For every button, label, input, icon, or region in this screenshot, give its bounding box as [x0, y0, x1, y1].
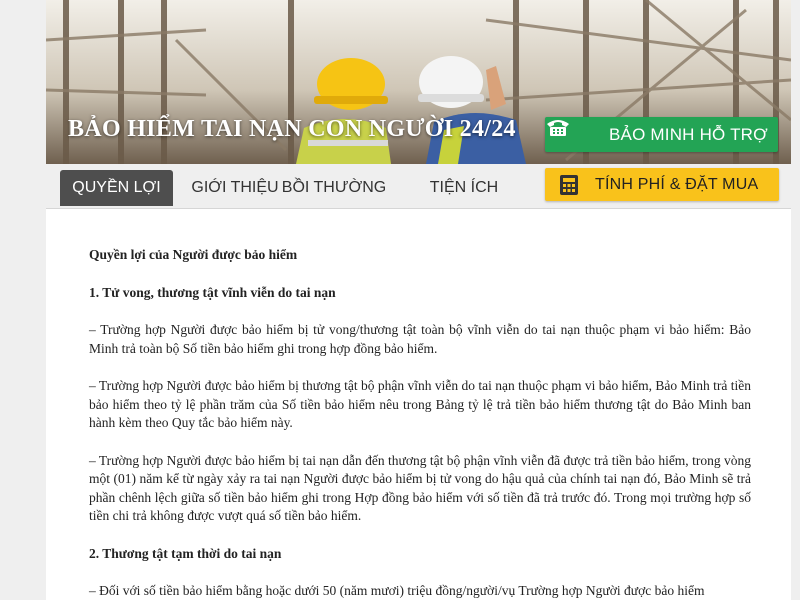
hero-banner: BẢO HIỂM TAI NẠN CON NGƯỜI 24/24 BẢO MIN…	[46, 0, 791, 164]
paragraph-1: – Trường hợp Người được bảo hiểm bị tử v…	[89, 322, 751, 356]
paragraph-4: – Đối với số tiền bảo hiểm bằng hoặc dướ…	[89, 583, 705, 598]
support-button-label: BẢO MINH HỖ TRỢ	[609, 124, 768, 144]
tab-quyen-loi[interactable]: QUYỀN LỢI	[60, 170, 173, 206]
calculator-icon	[559, 174, 579, 196]
buy-button-label: TÍNH PHÍ & ĐẶT MUA	[595, 175, 759, 193]
buy-button[interactable]: TÍNH PHÍ & ĐẶT MUA	[545, 168, 779, 201]
tab-tien-ich[interactable]: TIỆN ÍCH	[413, 170, 515, 206]
paragraph-2: – Trường hợp Người được bảo hiểm bị thươ…	[89, 378, 751, 430]
benefits-content: Quyền lợi của Người được bảo hiểm 1. Tử …	[89, 246, 751, 600]
section-title-2: 2. Thương tật tạm thời do tai nạn	[89, 545, 282, 561]
banner-title: BẢO HIỂM TAI NẠN CON NGƯỜI 24/24	[68, 116, 516, 142]
paragraph-3: – Trường hợp Người được bảo hiểm bị tai …	[89, 452, 751, 524]
section-title-1: 1. Tử vong, thương tật vĩnh viễn do tai …	[89, 284, 336, 300]
support-button[interactable]: BẢO MINH HỖ TRỢ	[545, 117, 778, 152]
tab-boi-thuong[interactable]: BỒI THƯỜNG	[266, 170, 402, 206]
page: BẢO HIỂM TAI NẠN CON NGƯỜI 24/24 BẢO MIN…	[46, 0, 791, 600]
content-heading: Quyền lợi của Người được bảo hiểm	[89, 247, 298, 262]
tab-bar: QUYỀN LỢI GIỚI THIỆU BỒI THƯỜNG TIỆN ÍCH…	[46, 164, 791, 209]
phone-icon	[547, 120, 591, 145]
